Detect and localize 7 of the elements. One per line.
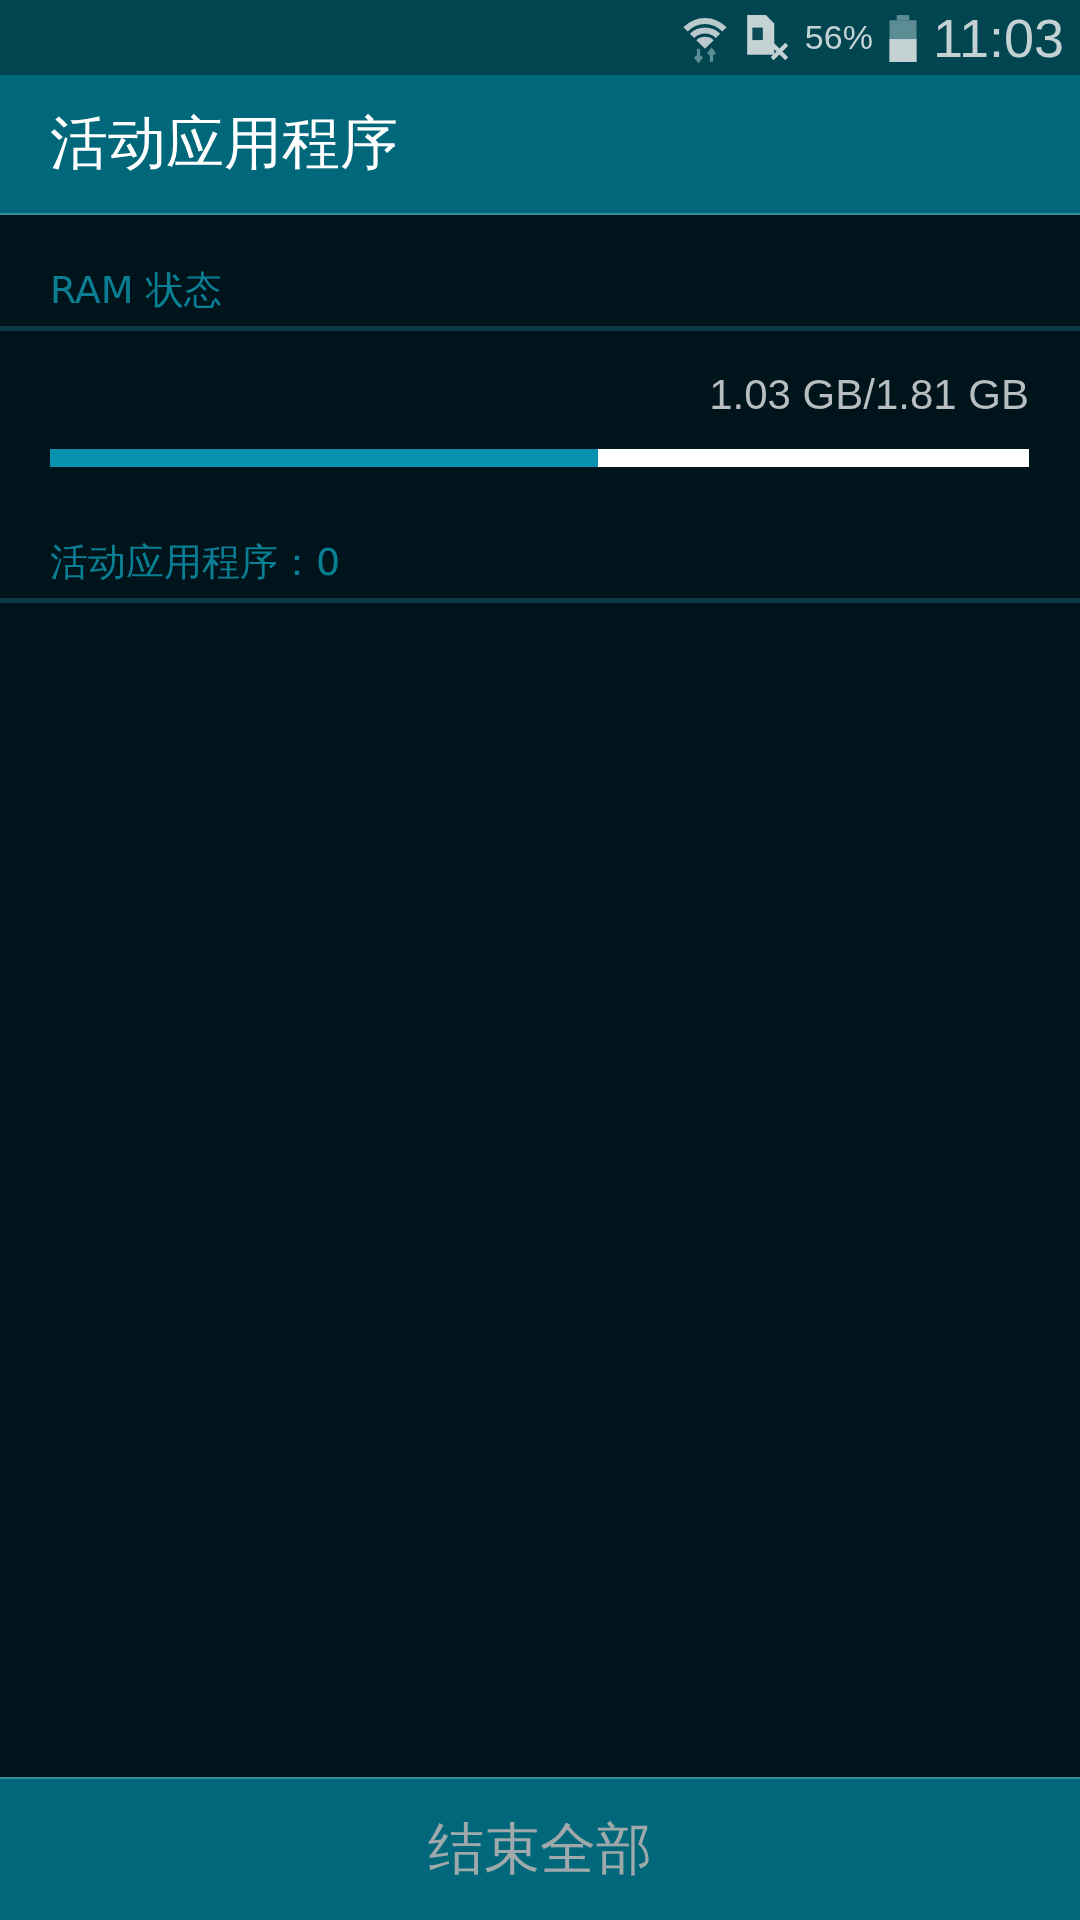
end-all-button[interactable]: 结束全部 bbox=[0, 1777, 1080, 1920]
section-header: RAM 状态 bbox=[49, 267, 223, 314]
ram-usage-text: 1.03 GB/1.81 GB bbox=[709, 371, 1029, 419]
battery-percentage: 56% bbox=[804, 18, 873, 57]
clock: 11:03 bbox=[932, 6, 1064, 69]
screen-title: 活动应用程序 bbox=[50, 108, 398, 179]
section-header: 活动应用程序：0 bbox=[49, 539, 342, 586]
